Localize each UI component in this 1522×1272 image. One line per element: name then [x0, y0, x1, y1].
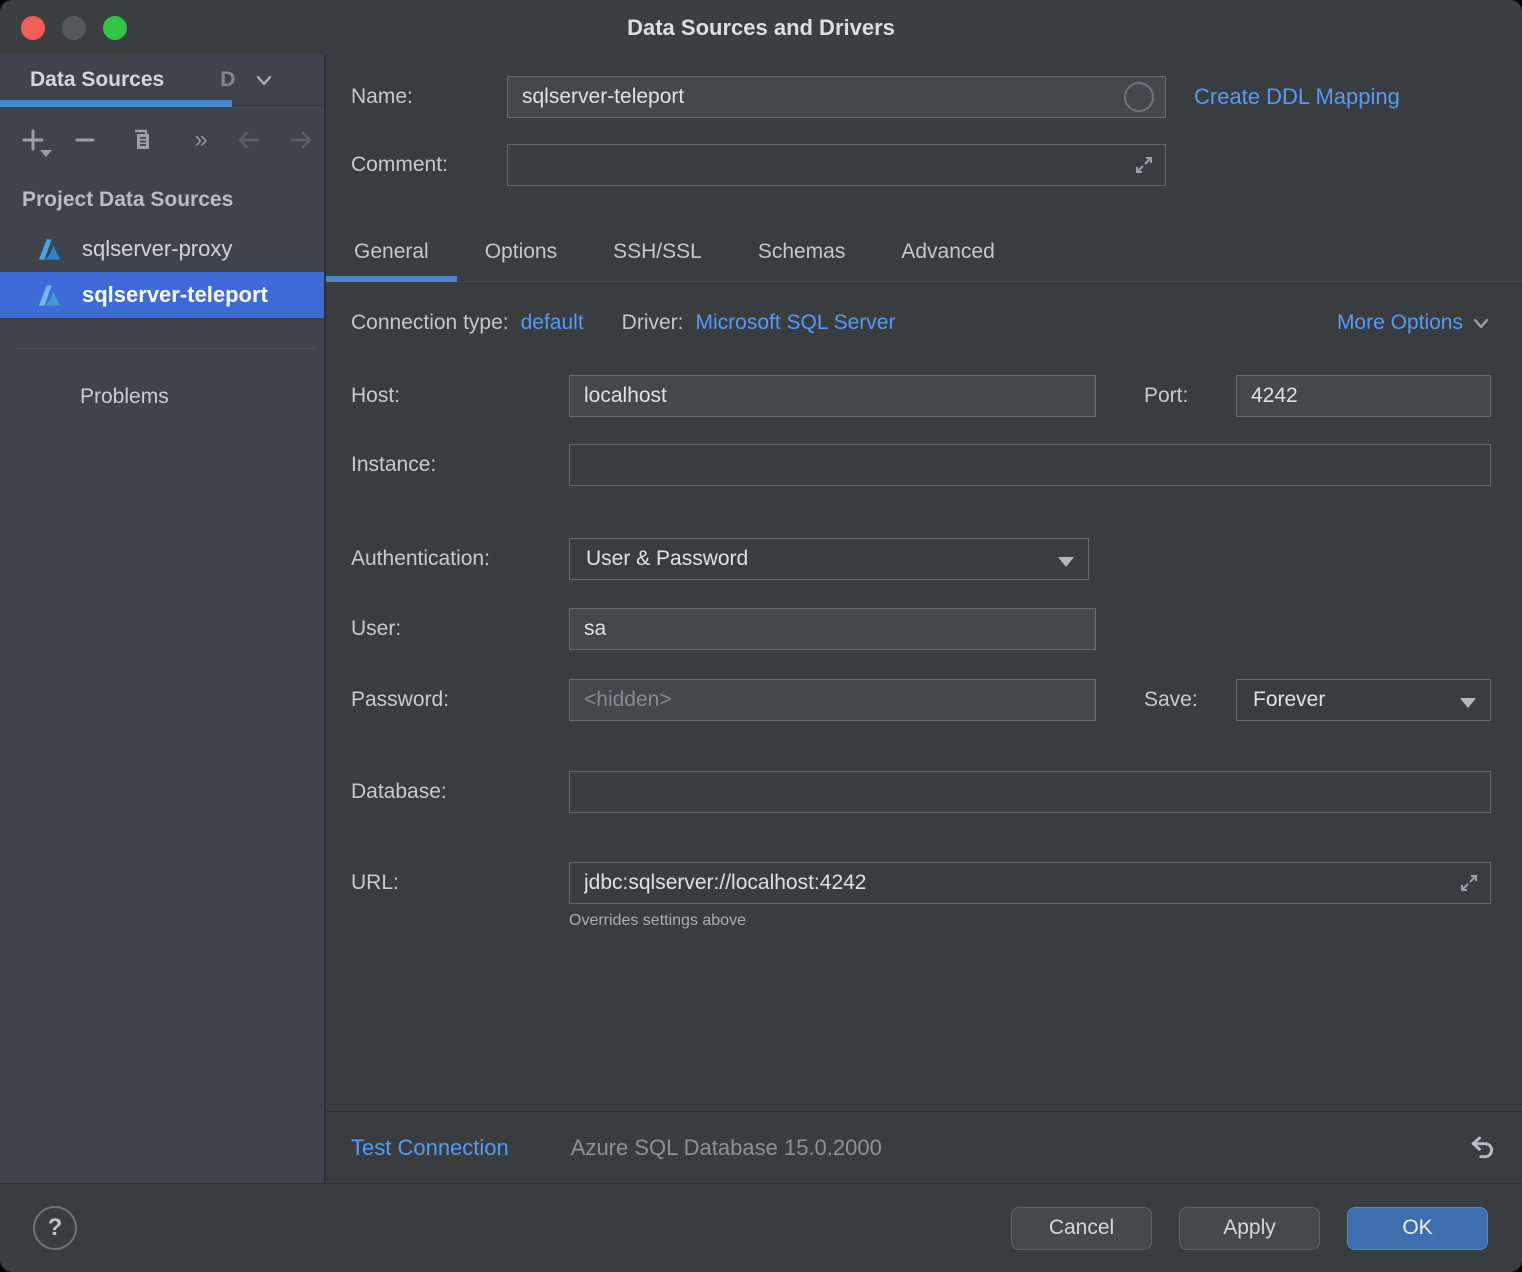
database-row: Database: — [351, 771, 1491, 813]
tab-drivers-truncated[interactable]: D — [220, 68, 235, 92]
tree-item-sqlserver-teleport[interactable]: sqlserver-teleport — [0, 272, 324, 318]
expand-editor-icon[interactable] — [1132, 153, 1156, 177]
host-label: Host: — [351, 384, 569, 408]
user-input[interactable] — [569, 608, 1096, 650]
dialog-footer: ? Cancel Apply OK — [0, 1183, 1522, 1272]
tab-general[interactable]: General — [326, 222, 457, 281]
more-actions-chevrons-icon[interactable]: » — [186, 125, 216, 155]
port-label: Port: — [1144, 384, 1236, 408]
data-sources-dialog: Data Sources and Drivers Data Sources D — [0, 0, 1522, 1272]
driver-link[interactable]: Microsoft SQL Server — [696, 311, 896, 335]
save-dropdown[interactable]: Forever — [1236, 679, 1491, 721]
url-row: URL: — [351, 862, 1491, 904]
apply-button[interactable]: Apply — [1179, 1207, 1320, 1250]
host-row: Host: Port: — [351, 375, 1491, 417]
test-connection-bar: Test Connection Azure SQL Database 15.0.… — [326, 1111, 1522, 1183]
tab-ssh-ssl[interactable]: SSH/SSL — [585, 222, 730, 281]
authentication-value: User & Password — [586, 547, 748, 571]
duplicate-data-source-icon[interactable] — [126, 125, 156, 155]
host-input[interactable] — [569, 375, 1096, 417]
user-row: User: — [351, 608, 1491, 650]
authentication-row: Authentication: User & Password — [351, 538, 1491, 580]
port-input[interactable] — [1236, 375, 1491, 417]
chevron-down-icon — [1471, 313, 1491, 333]
tree-item-sqlserver-proxy[interactable]: sqlserver-proxy — [0, 226, 324, 272]
project-data-sources-header: Project Data Sources — [22, 188, 324, 212]
password-label: Password: — [351, 688, 569, 712]
minimize-window-button[interactable] — [62, 16, 86, 40]
add-dropdown-caret-icon — [40, 150, 52, 157]
authentication-dropdown[interactable]: User & Password — [569, 538, 1089, 580]
data-source-tree: sqlserver-proxy sqlserver-teleport — [0, 226, 324, 318]
instance-label: Instance: — [351, 453, 569, 477]
header-section: Name: Create DDL Mapping Comment: — [326, 55, 1522, 186]
dropdown-arrow-icon — [1460, 698, 1476, 708]
url-hint-text: Overrides settings above — [569, 912, 1491, 930]
sidebar-divider — [16, 348, 314, 349]
window-controls — [21, 16, 127, 40]
azure-sql-icon — [36, 282, 63, 309]
active-tab-underline — [0, 100, 232, 107]
tab-advanced[interactable]: Advanced — [873, 222, 1022, 281]
url-input[interactable] — [569, 862, 1491, 904]
general-tab-content: Connection type: default Driver: Microso… — [326, 282, 1522, 1111]
name-row: Name: Create DDL Mapping — [351, 76, 1491, 118]
expand-editor-icon[interactable] — [1457, 871, 1481, 895]
driver-label: Driver: — [622, 311, 684, 335]
action-buttons: Cancel Apply OK — [1011, 1207, 1488, 1250]
help-button[interactable]: ? — [33, 1206, 77, 1250]
sidebar-tab-strip: Data Sources D — [0, 55, 324, 106]
instance-row: Instance: — [351, 444, 1491, 486]
add-data-source-icon[interactable] — [18, 125, 48, 155]
password-input[interactable] — [569, 679, 1096, 721]
dropdown-arrow-icon — [1058, 557, 1074, 567]
more-options-button[interactable]: More Options — [1337, 311, 1491, 335]
tab-data-sources[interactable]: Data Sources — [30, 68, 164, 92]
tab-options[interactable]: Options — [457, 222, 585, 281]
comment-input[interactable] — [507, 144, 1166, 186]
password-row: Password: Save: Forever — [351, 679, 1491, 721]
tab-overflow-chevron-down-icon[interactable] — [253, 69, 275, 91]
forward-arrow-icon[interactable] — [286, 125, 316, 155]
connection-type-label: Connection type: — [351, 311, 509, 335]
save-value: Forever — [1253, 688, 1325, 712]
question-mark-icon: ? — [48, 1214, 63, 1242]
tree-item-label: sqlserver-teleport — [82, 282, 268, 308]
title-bar: Data Sources and Drivers — [0, 0, 1522, 55]
instance-input[interactable] — [569, 444, 1491, 486]
settings-tab-bar: General Options SSH/SSL Schemas Advanced — [326, 222, 1522, 282]
sidebar-toolbar: » — [18, 120, 324, 160]
tree-item-label: sqlserver-proxy — [82, 236, 232, 262]
zoom-window-button[interactable] — [103, 16, 127, 40]
url-label: URL: — [351, 871, 569, 895]
window-title: Data Sources and Drivers — [627, 15, 895, 41]
connection-type-row: Connection type: default Driver: Microso… — [351, 311, 1491, 335]
refresh-circle-icon — [1124, 82, 1154, 112]
save-label: Save: — [1144, 688, 1236, 712]
authentication-label: Authentication: — [351, 547, 569, 571]
connection-type-link[interactable]: default — [521, 311, 584, 335]
test-connection-link[interactable]: Test Connection — [351, 1135, 509, 1161]
database-label: Database: — [351, 780, 569, 804]
comment-label: Comment: — [351, 153, 507, 177]
user-label: User: — [351, 617, 569, 641]
remove-data-source-icon[interactable] — [70, 125, 100, 155]
comment-row: Comment: — [351, 144, 1491, 186]
ok-button[interactable]: OK — [1347, 1207, 1488, 1250]
tab-schemas[interactable]: Schemas — [730, 222, 874, 281]
create-ddl-mapping-link[interactable]: Create DDL Mapping — [1194, 84, 1400, 110]
database-input[interactable] — [569, 771, 1491, 813]
revert-icon[interactable] — [1467, 1133, 1497, 1163]
name-label: Name: — [351, 85, 507, 109]
sidebar: Data Sources D — [0, 55, 326, 1183]
azure-sql-icon — [36, 236, 63, 263]
main-panel: Name: Create DDL Mapping Comment: — [326, 55, 1522, 1183]
problems-item[interactable]: Problems — [0, 385, 324, 409]
name-input[interactable] — [507, 76, 1166, 118]
cancel-button[interactable]: Cancel — [1011, 1207, 1152, 1250]
connection-status-text: Azure SQL Database 15.0.2000 — [571, 1135, 882, 1161]
more-options-label: More Options — [1337, 311, 1463, 335]
close-window-button[interactable] — [21, 16, 45, 40]
back-arrow-icon[interactable] — [234, 125, 264, 155]
